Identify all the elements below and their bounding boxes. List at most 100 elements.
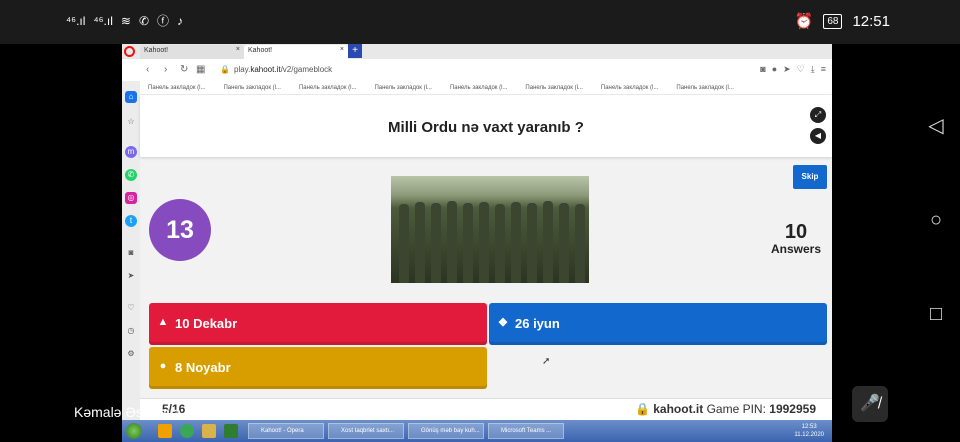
messenger-icon[interactable]: m <box>125 146 137 158</box>
image-soldier-shape <box>511 202 521 283</box>
chrome-icon[interactable] <box>180 424 194 438</box>
media-player-icon[interactable] <box>158 424 172 438</box>
mic-muted-icon[interactable]: 🎤̸ <box>852 386 888 422</box>
bookmark-folder[interactable]: Панель закладок (l... <box>676 85 733 91</box>
question-image <box>391 176 589 283</box>
url-domain: kahoot.it <box>250 65 281 74</box>
url-path: /v2/gameblock <box>280 65 333 74</box>
back-nav-icon[interactable]: ◁ <box>926 116 946 136</box>
taskbar-item[interactable]: Xost taqbrlet saxtı... <box>328 423 404 439</box>
answer-label: 8 Noyabr <box>175 360 231 375</box>
bookmark-folder[interactable]: Панель закладок (l... <box>374 85 431 91</box>
left-letterbox <box>0 44 122 442</box>
browser-tab[interactable]: Kahoot! × <box>140 45 244 59</box>
image-soldier-shape <box>431 203 441 283</box>
question-header: Milli Ordu nə vaxt yaranıb ? ⤢ ◀ <box>140 95 832 157</box>
image-soldier-shape <box>415 202 425 283</box>
taskbar-item[interactable]: Microsoft Teams ... <box>488 423 564 439</box>
image-soldier-shape <box>575 204 585 283</box>
image-soldier-shape <box>559 203 569 283</box>
diamond-icon: ◆ <box>498 316 508 328</box>
site-name: kahoot.it <box>653 402 704 416</box>
camera-icon[interactable]: ◙ <box>125 247 137 259</box>
game-pin-info: 🔒 kahoot.it Game PIN: 1992959 <box>635 402 816 416</box>
bookmark-folder[interactable]: Панель закладок (l... <box>223 85 280 91</box>
back-icon[interactable]: ‹ <box>146 64 149 75</box>
phone-status-left: ⁴⁶.ıl ⁴⁶.ıl ≋ ✆ ⓕ ♪ <box>66 12 183 29</box>
phone-call-icon: ✆ <box>138 13 149 28</box>
bookmark-folder[interactable]: Панель закладок (l... <box>525 85 582 91</box>
image-soldier-shape <box>463 203 473 283</box>
taskbar-item[interactable]: Kahoot! - Opera <box>248 423 324 439</box>
settings-icon[interactable]: ⚙ <box>125 348 137 360</box>
bookmark-folder[interactable]: Панель закладок (l... <box>148 85 205 91</box>
windows-taskbar: Kahoot! - Opera Xost taqbrlet saxtı... G… <box>122 420 832 442</box>
close-icon[interactable]: × <box>340 46 344 53</box>
signal-icon: ⁴⁶.ıl <box>93 13 113 28</box>
taskbar-date: 11.12.2020 <box>794 432 824 438</box>
browser-tab-active[interactable]: Kahoot! × <box>244 45 348 59</box>
tab-label: Kahoot! <box>248 47 273 54</box>
image-soldier-shape <box>479 202 489 283</box>
star-icon[interactable]: ☆ <box>125 116 137 128</box>
bookmark-folder[interactable]: Панель закладок (l... <box>299 85 356 91</box>
instagram-icon[interactable]: ◎ <box>125 192 137 204</box>
answer-label: 10 Dekabr <box>175 316 238 331</box>
browser-tools: ◙ ● ➤ ♡ ⤓ ≡ <box>760 64 826 75</box>
circle-icon: ● <box>159 360 167 372</box>
game-pin-label: Game PIN: <box>706 402 766 416</box>
lock-icon: 🔒 <box>220 65 230 74</box>
skip-button[interactable]: Skip <box>793 165 827 189</box>
grid-icon[interactable]: ▦ <box>196 64 205 75</box>
heart-icon[interactable]: ♡ <box>797 64 805 75</box>
url-field[interactable]: play.kahoot.it/v2/gameblock <box>234 65 332 74</box>
tab-label: Kahoot! <box>144 47 169 54</box>
taskbar-item[interactable]: Gönüş məb bay kuh... <box>408 423 484 439</box>
answer-option-red[interactable]: ▲ 10 Dekabr <box>149 303 487 345</box>
answer-option-blue[interactable]: ◆ 26 iyun <box>489 303 827 345</box>
forward-icon[interactable]: › <box>164 64 167 75</box>
url-prefix: play. <box>234 65 251 74</box>
send-icon[interactable]: ➤ <box>783 64 791 75</box>
alarm-icon: ⏰ <box>794 13 814 30</box>
volume-icon[interactable]: ◀ <box>810 128 826 144</box>
home-icon[interactable]: ⌂ <box>125 91 137 103</box>
send-icon[interactable]: ➤ <box>125 270 137 282</box>
wifi-icon: ≋ <box>120 13 131 28</box>
home-nav-icon[interactable]: ○ <box>926 210 946 230</box>
recents-nav-icon[interactable]: □ <box>926 304 946 324</box>
countdown-timer: 13 <box>149 199 211 261</box>
folder-icon[interactable] <box>202 424 216 438</box>
close-icon[interactable]: × <box>236 46 240 53</box>
download-icon[interactable]: ⤓ <box>811 64 815 75</box>
heart-icon[interactable]: ♡ <box>125 302 137 314</box>
browser-tab-bar: Kahoot! × Kahoot! × + <box>122 44 832 59</box>
image-soldier-shape <box>495 204 505 283</box>
game-pin-value: 1992959 <box>769 402 816 416</box>
vpn-icon[interactable]: ● <box>772 64 777 75</box>
reload-icon[interactable]: ↻ <box>180 64 188 75</box>
menu-icon[interactable]: ≡ <box>821 64 826 75</box>
answers-counter: 10 Answers <box>762 222 830 256</box>
whatsapp-icon[interactable]: ✆ <box>125 169 137 181</box>
taskbar-clock: 12:53 11.12.2020 <box>794 423 824 439</box>
phone-clock: 12:51 <box>852 12 890 30</box>
app-icon[interactable] <box>224 424 238 438</box>
phone-status-bar: ⁴⁶.ıl ⁴⁶.ıl ≋ ✆ ⓕ ♪ ⏰ 68 12:51 <box>0 0 960 44</box>
camera-icon[interactable]: ◙ <box>760 64 765 75</box>
bookmark-folder[interactable]: Панель закладок (l... <box>450 85 507 91</box>
history-icon[interactable]: ◷ <box>125 325 137 337</box>
twitter-icon[interactable]: t <box>125 215 137 227</box>
tiktok-icon: ♪ <box>177 13 184 28</box>
signal-icon: ⁴⁶.ıl <box>66 13 86 28</box>
lock-icon: 🔒 <box>634 402 650 416</box>
fullscreen-icon[interactable]: ⤢ <box>810 107 826 123</box>
bookmarks-bar: Панель закладок (l... Панель закладок (l… <box>140 81 832 95</box>
opera-logo-icon[interactable] <box>124 46 135 57</box>
image-soldier-shape <box>527 203 537 283</box>
start-button-icon[interactable] <box>126 423 142 439</box>
image-soldier-shape <box>447 201 457 283</box>
bookmark-folder[interactable]: Панель закладок (l... <box>601 85 658 91</box>
answer-option-yellow[interactable]: ● 8 Noyabr <box>149 347 487 389</box>
new-tab-button[interactable]: + <box>348 44 362 58</box>
